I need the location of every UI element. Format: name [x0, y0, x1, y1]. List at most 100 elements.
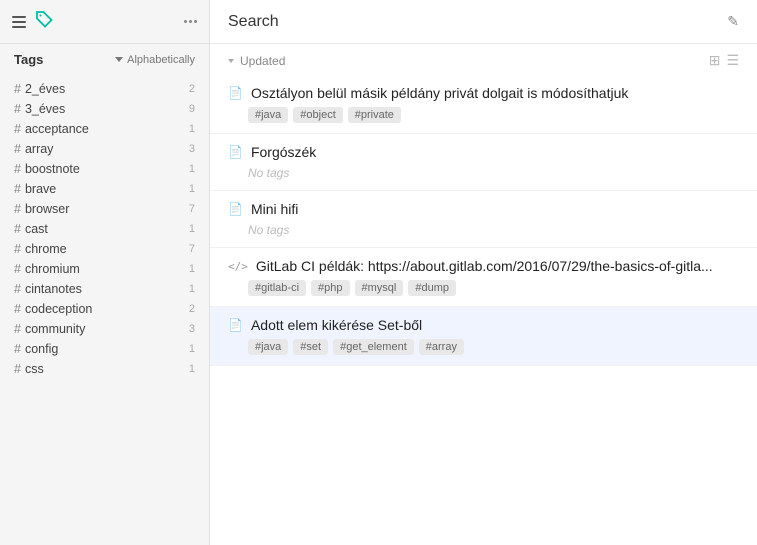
more-options-icon[interactable] — [184, 20, 197, 23]
chevron-down-icon — [228, 59, 234, 63]
tag-name: acceptance — [25, 122, 185, 136]
note-tag-pill: #array — [419, 339, 464, 355]
note-tags: #java#set#get_element#array — [228, 339, 739, 355]
note-tag-pill: #gitlab-ci — [248, 280, 306, 296]
note-title: Adott elem kikérése Set-ből — [251, 317, 422, 333]
tag-hash: # — [14, 242, 21, 256]
doc-icon: 📄 — [228, 86, 243, 100]
tag-count: 1 — [189, 343, 195, 355]
sidebar-tag-item[interactable]: #3_éves 9 — [14, 99, 195, 119]
group-header: Updated ⊞ ☰ — [210, 44, 757, 75]
note-tag-pill: #php — [311, 280, 349, 296]
tags-section-title: Tags — [14, 52, 43, 67]
note-item[interactable]: </> GitLab CI példák: https://about.gitl… — [210, 248, 757, 307]
hamburger-icon[interactable] — [12, 16, 26, 28]
tag-name: 2_éves — [25, 82, 185, 96]
note-title-row: 📄 Mini hifi — [228, 201, 739, 217]
tag-count: 1 — [189, 183, 195, 195]
edit-icon[interactable]: ✎ — [727, 13, 739, 30]
tag-hash: # — [14, 302, 21, 316]
note-tag-pill: #dump — [408, 280, 456, 296]
note-tag-pill: #get_element — [333, 339, 414, 355]
note-item[interactable]: 📄 Mini hifi No tags — [210, 191, 757, 248]
no-tags-label: No tags — [228, 223, 739, 237]
tags-list: #2_éves 2 #3_éves 9 # acceptance 1 # array 3 # boos… — [0, 77, 209, 545]
tag-name: array — [25, 142, 185, 156]
note-title: Osztályon belül másik példány privát dol… — [251, 85, 628, 101]
sidebar-tag-item[interactable]: #config1 — [14, 339, 195, 359]
note-title: GitLab CI példák: https://about.gitlab.c… — [256, 258, 713, 274]
tag-name: codeception — [25, 302, 185, 316]
tag-count: 2 — [189, 83, 195, 95]
tag-count: 1 — [189, 283, 195, 295]
tag-name: chromium — [25, 262, 185, 276]
notes-list: Updated ⊞ ☰ 📄 Osztályon belül másik péld… — [210, 44, 757, 545]
sidebar-left-icons — [12, 9, 174, 34]
note-title: Forgószék — [251, 144, 316, 160]
tag-name: cast — [25, 222, 185, 236]
note-title-row: 📄 Adott elem kikérése Set-ből — [228, 317, 739, 333]
tag-count: 9 — [189, 103, 195, 115]
sidebar-tag-item[interactable]: #boostnote1 — [14, 159, 195, 179]
doc-icon: 📄 — [228, 318, 243, 332]
sidebar-tag-item[interactable]: #cintanotes1 — [14, 279, 195, 299]
tag-name: cintanotes — [25, 282, 185, 296]
tag-count: 1 — [189, 263, 195, 275]
tag-name: config — [25, 342, 185, 356]
sidebar-tag-item[interactable]: # chrome 7 — [14, 239, 195, 259]
note-item[interactable]: 📄 Adott elem kikérése Set-ből #java#set#… — [210, 307, 757, 366]
tag-name: brave — [25, 182, 185, 196]
note-item[interactable]: 📄 Osztályon belül másik példány privát d… — [210, 75, 757, 134]
note-title-row: </> GitLab CI példák: https://about.gitl… — [228, 258, 739, 274]
tag-hash: # — [14, 82, 21, 96]
sidebar-tag-item[interactable]: # brave 1 — [14, 179, 195, 199]
sidebar-tag-item[interactable]: #community3 — [14, 319, 195, 339]
tag-count: 3 — [189, 143, 195, 155]
tag-name: browser — [25, 202, 185, 216]
tag-icon[interactable] — [34, 9, 54, 34]
tag-hash: # — [14, 262, 21, 276]
note-tags: #java#object#private — [228, 107, 739, 123]
group-label: Updated — [228, 54, 285, 68]
note-item[interactable]: 📄 Forgószék No tags — [210, 134, 757, 191]
sidebar-tag-item[interactable]: #browser7 — [14, 199, 195, 219]
sidebar-section-header: Tags Alphabetically — [14, 52, 195, 67]
doc-icon: 📄 — [228, 202, 243, 216]
view-toggle: ⊞ ☰ — [709, 52, 739, 69]
tag-name: chrome — [25, 242, 185, 256]
sort-button[interactable]: Alphabetically — [115, 54, 195, 66]
group-label-text: Updated — [240, 54, 285, 68]
note-tag-pill: #java — [248, 339, 288, 355]
tag-hash: # — [14, 362, 21, 376]
tag-hash: # — [14, 182, 21, 196]
sidebar-tag-item[interactable]: # chromium 1 — [14, 259, 195, 279]
tag-hash: # — [14, 322, 21, 336]
sort-label: Alphabetically — [127, 54, 195, 66]
page-title: Search — [228, 13, 279, 31]
sidebar-tag-item[interactable]: #codeception2 — [14, 299, 195, 319]
sidebar-tag-item[interactable]: # cast 1 — [14, 219, 195, 239]
grid-view-icon[interactable]: ⊞ — [709, 52, 721, 69]
tag-count: 7 — [189, 243, 195, 255]
tag-name: css — [25, 362, 185, 376]
tag-hash: # — [14, 162, 21, 176]
sidebar-tag-item[interactable]: #2_éves 2 — [14, 79, 195, 99]
tag-count: 7 — [189, 203, 195, 215]
sidebar-tag-item[interactable]: #acceptance1 — [14, 119, 195, 139]
tag-hash: # — [14, 222, 21, 236]
tag-hash: # — [14, 102, 21, 116]
sidebar-tag-item[interactable]: # css 1 — [14, 359, 195, 379]
tag-name: community — [25, 322, 185, 336]
tag-hash: # — [14, 142, 21, 156]
no-tags-label: No tags — [228, 166, 739, 180]
tag-name: 3_éves — [25, 102, 185, 116]
list-view-icon[interactable]: ☰ — [726, 52, 739, 69]
code-icon: </> — [228, 260, 248, 273]
note-title: Mini hifi — [251, 201, 298, 217]
tag-count: 1 — [189, 363, 195, 375]
tag-hash: # — [14, 122, 21, 136]
tag-name: boostnote — [25, 162, 185, 176]
sidebar-tag-item[interactable]: # array 3 — [14, 139, 195, 159]
chevron-down-icon — [115, 57, 123, 62]
tag-count: 1 — [189, 223, 195, 235]
